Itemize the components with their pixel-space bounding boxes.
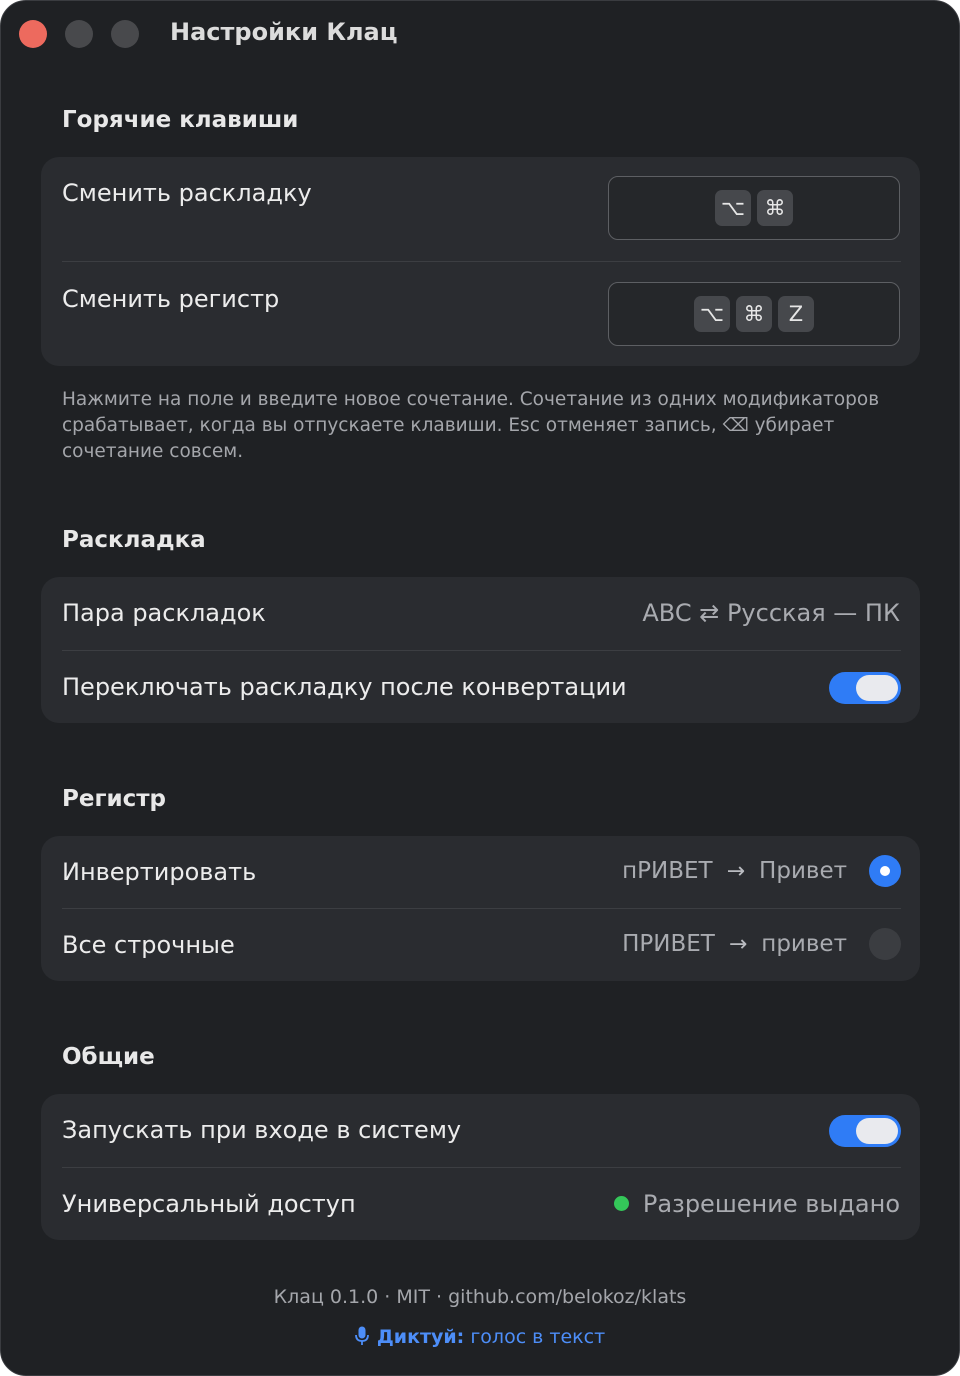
zoom-window-button[interactable] (111, 20, 139, 48)
layout-switch-label: Переключать раскладку после конвертации (62, 673, 627, 701)
launch-at-login-toggle[interactable] (829, 1115, 901, 1147)
radio-invert-selected[interactable] (869, 855, 901, 887)
title-bar: Настройки Клац (1, 1, 959, 67)
section-title-hotkeys: Горячие клавиши (62, 107, 299, 133)
case-option-invert[interactable]: Инвертировать пРИВЕТ → Привет (41, 836, 920, 908)
promo-rest: голос в текст (464, 1326, 606, 1348)
close-window-button[interactable] (19, 20, 47, 48)
hotkey-label-case: Сменить регистр (62, 285, 280, 313)
example-to: Привет (759, 858, 847, 884)
section-title-case: Регистр (62, 786, 167, 812)
hotkey-row-layout: Сменить раскладку ⌥ ⌘ (41, 157, 920, 262)
example-to: привет (761, 931, 847, 957)
example-from: пРИВЕТ (622, 858, 713, 884)
hotkeys-hint: Нажмите на поле и введите новое сочетани… (62, 389, 880, 462)
toggle-knob (856, 675, 898, 701)
general-card: Запускать при входе в систему Универсаль… (41, 1094, 920, 1240)
case-option-label: Инвертировать (62, 858, 257, 886)
option-key-icon: ⌥ (694, 296, 730, 332)
layout-pair-row[interactable]: Пара раскладок ABC ⇄ Русская — ПК (41, 577, 920, 650)
case-option-label: Все строчные (62, 931, 235, 959)
dictation-promo-link[interactable]: Диктуй: голос в текст (1, 1326, 959, 1348)
accessibility-row: Универсальный доступ Разрешение выдано (41, 1168, 920, 1240)
layout-card: Пара раскладок ABC ⇄ Русская — ПК Перекл… (41, 577, 920, 723)
launch-at-login-row: Запускать при входе в систему (41, 1094, 920, 1167)
command-key-icon: ⌘ (736, 296, 772, 332)
minimize-window-button[interactable] (65, 20, 93, 48)
radio-lowercase[interactable] (869, 928, 901, 960)
launch-at-login-label: Запускать при входе в систему (62, 1116, 462, 1144)
status-dot-icon (613, 1195, 629, 1211)
hotkey-field-case[interactable]: ⌥ ⌘ Z (608, 282, 900, 346)
hotkey-label-layout: Сменить раскладку (62, 179, 312, 207)
case-example: ПРИВЕТ → привет (622, 931, 847, 957)
layout-pair-value[interactable]: ABC ⇄ Русская — ПК (642, 599, 900, 627)
arrow-right-icon: → (726, 858, 746, 884)
arrow-right-icon: → (728, 931, 748, 957)
case-card: Инвертировать пРИВЕТ → Привет Все строчн… (41, 836, 920, 981)
section-title-layout: Раскладка (62, 527, 206, 553)
layout-switch-row: Переключать раскладку после конвертации (41, 651, 920, 723)
accessibility-status: Разрешение выдано (613, 1190, 900, 1218)
switch-layout-toggle[interactable] (829, 672, 901, 704)
footer-info[interactable]: Клац 0.1.0 · MIT · github.com/belokoz/kl… (1, 1286, 959, 1308)
hotkey-field-layout[interactable]: ⌥ ⌘ (608, 176, 900, 240)
settings-window: Настройки Клац Горячие клавиши Сменить р… (0, 0, 960, 1376)
case-option-lowercase[interactable]: Все строчные ПРИВЕТ → привет (41, 909, 920, 981)
case-example: пРИВЕТ → Привет (622, 858, 847, 884)
example-from: ПРИВЕТ (622, 931, 715, 957)
toggle-knob (856, 1118, 898, 1144)
hotkey-row-case: Сменить регистр ⌥ ⌘ Z (41, 262, 920, 366)
command-key-icon: ⌘ (757, 190, 793, 226)
layout-pair-label: Пара раскладок (62, 599, 266, 627)
radio-dot (880, 866, 890, 876)
accessibility-label: Универсальный доступ (62, 1190, 356, 1218)
section-title-general: Общие (62, 1044, 155, 1070)
accessibility-status-text: Разрешение выдано (642, 1190, 900, 1218)
microphone-icon (354, 1326, 369, 1345)
hotkeys-card: Сменить раскладку ⌥ ⌘ Сменить регистр ⌥ … (41, 157, 920, 366)
option-key-icon: ⌥ (715, 190, 751, 226)
promo-bold: Диктуй: (376, 1326, 465, 1348)
window-title: Настройки Клац (170, 18, 398, 46)
z-key: Z (778, 296, 814, 332)
